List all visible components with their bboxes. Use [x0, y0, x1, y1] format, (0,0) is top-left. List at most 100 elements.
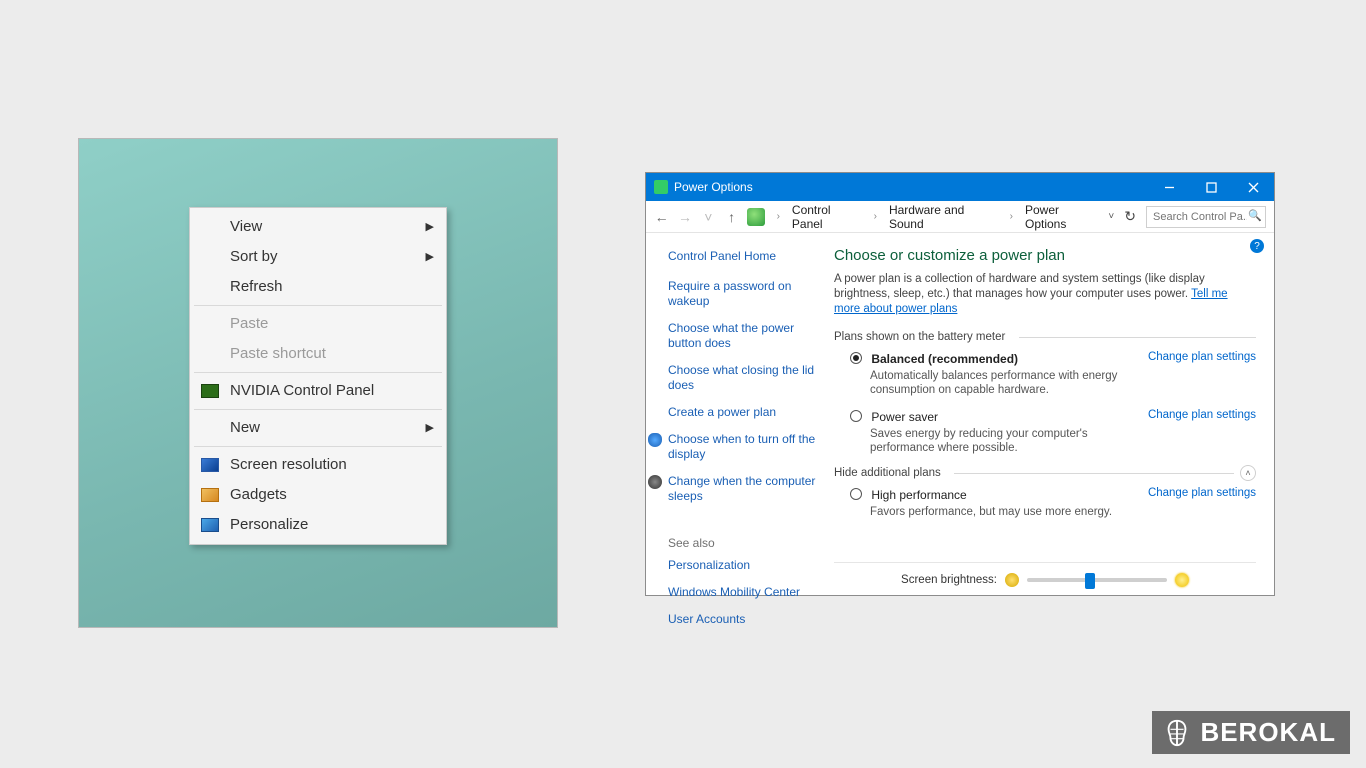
search-icon: 🔍 — [1248, 209, 1262, 222]
link-power-button[interactable]: Choose what the power button does — [668, 321, 816, 351]
plan-description: Favors performance, but may use more ene… — [870, 505, 1146, 519]
power-options-window: Power Options ← → ˅ ↑ › Control Panel › … — [645, 172, 1275, 596]
power-options-icon — [654, 180, 668, 194]
shield-icon — [648, 433, 662, 447]
submenu-arrow-icon: ▶ — [426, 216, 434, 238]
plan-high-performance[interactable]: High performance Change plan settings Fa… — [850, 487, 1256, 519]
minimize-button[interactable] — [1148, 173, 1190, 201]
link-require-password[interactable]: Require a password on wakeup — [668, 279, 816, 309]
menu-new[interactable]: New ▶ — [192, 413, 444, 443]
blank-icon — [198, 247, 222, 267]
link-label: Choose when to turn off the display — [668, 432, 815, 461]
collapse-button[interactable]: ˄ — [1240, 465, 1256, 481]
submenu-arrow-icon: ▶ — [426, 246, 434, 268]
brain-icon — [1162, 718, 1192, 748]
see-also-heading: See also — [668, 536, 816, 550]
nvidia-icon — [198, 381, 222, 401]
radio-high-performance[interactable] — [850, 488, 862, 500]
watermark-text: BEROKAL — [1200, 717, 1336, 748]
sidebar: Control Panel Home Require a password on… — [646, 233, 826, 595]
gadgets-icon — [198, 485, 222, 505]
slider-thumb[interactable] — [1085, 573, 1095, 589]
link-create-plan[interactable]: Create a power plan — [668, 405, 816, 420]
sun-bright-icon — [1175, 573, 1189, 587]
sun-dim-icon — [1005, 573, 1019, 587]
breadcrumb-control-panel[interactable]: Control Panel — [792, 203, 862, 231]
plan-power-saver[interactable]: Power saver Change plan settings Saves e… — [850, 409, 1256, 455]
titlebar: Power Options — [646, 173, 1274, 201]
blank-icon — [198, 314, 222, 334]
maximize-button[interactable] — [1190, 173, 1232, 201]
control-panel-category-icon — [747, 208, 764, 226]
radio-balanced[interactable] — [850, 352, 862, 364]
menu-label: Paste shortcut — [230, 343, 434, 365]
menu-label: Sort by — [230, 246, 426, 268]
close-button[interactable] — [1232, 173, 1274, 201]
label-text: Hide additional plans — [834, 467, 941, 479]
link-closing-lid[interactable]: Choose what closing the lid does — [668, 363, 816, 393]
menu-label: Gadgets — [230, 484, 434, 506]
brightness-control: Screen brightness: — [834, 562, 1256, 587]
menu-sort-by[interactable]: Sort by ▶ — [192, 242, 444, 272]
menu-label: Personalize — [230, 514, 434, 536]
control-panel-home-link[interactable]: Control Panel Home — [668, 249, 816, 263]
search-wrap: 🔍 — [1146, 206, 1266, 228]
blank-icon — [198, 277, 222, 297]
back-button[interactable]: ← — [654, 209, 669, 225]
plan-name: High performance — [871, 488, 966, 502]
change-plan-settings-link[interactable]: Change plan settings — [1148, 409, 1256, 421]
link-mobility-center[interactable]: Windows Mobility Center — [668, 585, 816, 600]
menu-personalize[interactable]: Personalize — [192, 510, 444, 540]
menu-label: New — [230, 417, 426, 439]
breadcrumb-power-options[interactable]: Power Options — [1025, 203, 1100, 231]
menu-view[interactable]: View ▶ — [192, 212, 444, 242]
watermark: BEROKAL — [1152, 711, 1350, 754]
address-dropdown-button[interactable]: ˅ — [1108, 211, 1114, 222]
separator — [194, 409, 442, 410]
menu-label: Refresh — [230, 276, 434, 298]
menu-nvidia-control-panel[interactable]: NVIDIA Control Panel — [192, 376, 444, 406]
brightness-slider[interactable] — [1027, 578, 1167, 582]
menu-label: NVIDIA Control Panel — [230, 380, 434, 402]
link-personalization[interactable]: Personalization — [668, 558, 816, 573]
up-button[interactable]: ↑ — [724, 209, 739, 225]
link-computer-sleeps[interactable]: Change when the computer sleeps — [668, 474, 816, 504]
desktop-context-menu: View ▶ Sort by ▶ Refresh Paste Paste sho… — [189, 207, 447, 545]
blank-icon — [198, 418, 222, 438]
personalize-icon — [198, 515, 222, 535]
plan-description: Automatically balances performance with … — [870, 369, 1146, 397]
description-text: A power plan is a collection of hardware… — [834, 273, 1205, 300]
plan-name: Power saver — [871, 410, 938, 424]
screen-resolution-icon — [198, 455, 222, 475]
submenu-arrow-icon: ▶ — [426, 417, 434, 439]
menu-label: View — [230, 216, 426, 238]
nav-toolbar: ← → ˅ ↑ › Control Panel › Hardware and S… — [646, 201, 1274, 233]
plan-name: Balanced (recommended) — [871, 352, 1018, 366]
menu-gadgets[interactable]: Gadgets — [192, 480, 444, 510]
main-content: Choose or customize a power plan A power… — [826, 233, 1274, 595]
change-plan-settings-link[interactable]: Change plan settings — [1148, 351, 1256, 363]
link-label: Change when the computer sleeps — [668, 474, 815, 503]
hide-additional-plans-label[interactable]: Hide additional plans ˄ — [834, 467, 1256, 479]
shield-icon — [648, 475, 662, 489]
recent-locations-button[interactable]: ˅ — [701, 209, 716, 225]
chevron-right-icon: › — [1006, 211, 1017, 222]
window-title: Power Options — [674, 180, 1148, 194]
page-description: A power plan is a collection of hardware… — [834, 272, 1256, 317]
separator — [194, 305, 442, 306]
menu-screen-resolution[interactable]: Screen resolution — [192, 450, 444, 480]
blank-icon — [198, 217, 222, 237]
refresh-button[interactable]: ↻ — [1124, 208, 1136, 225]
radio-power-saver[interactable] — [850, 410, 862, 422]
plans-group-label: Plans shown on the battery meter — [834, 331, 1256, 343]
menu-label: Screen resolution — [230, 454, 434, 476]
desktop-wallpaper: View ▶ Sort by ▶ Refresh Paste Paste sho… — [78, 138, 558, 628]
forward-button: → — [677, 209, 692, 225]
link-turn-off-display[interactable]: Choose when to turn off the display — [668, 432, 816, 462]
chevron-right-icon: › — [773, 211, 784, 222]
menu-refresh[interactable]: Refresh — [192, 272, 444, 302]
link-user-accounts[interactable]: User Accounts — [668, 612, 816, 627]
change-plan-settings-link[interactable]: Change plan settings — [1148, 487, 1256, 499]
breadcrumb-hardware-sound[interactable]: Hardware and Sound — [889, 203, 998, 231]
plan-balanced[interactable]: Balanced (recommended) Change plan setti… — [850, 351, 1256, 397]
